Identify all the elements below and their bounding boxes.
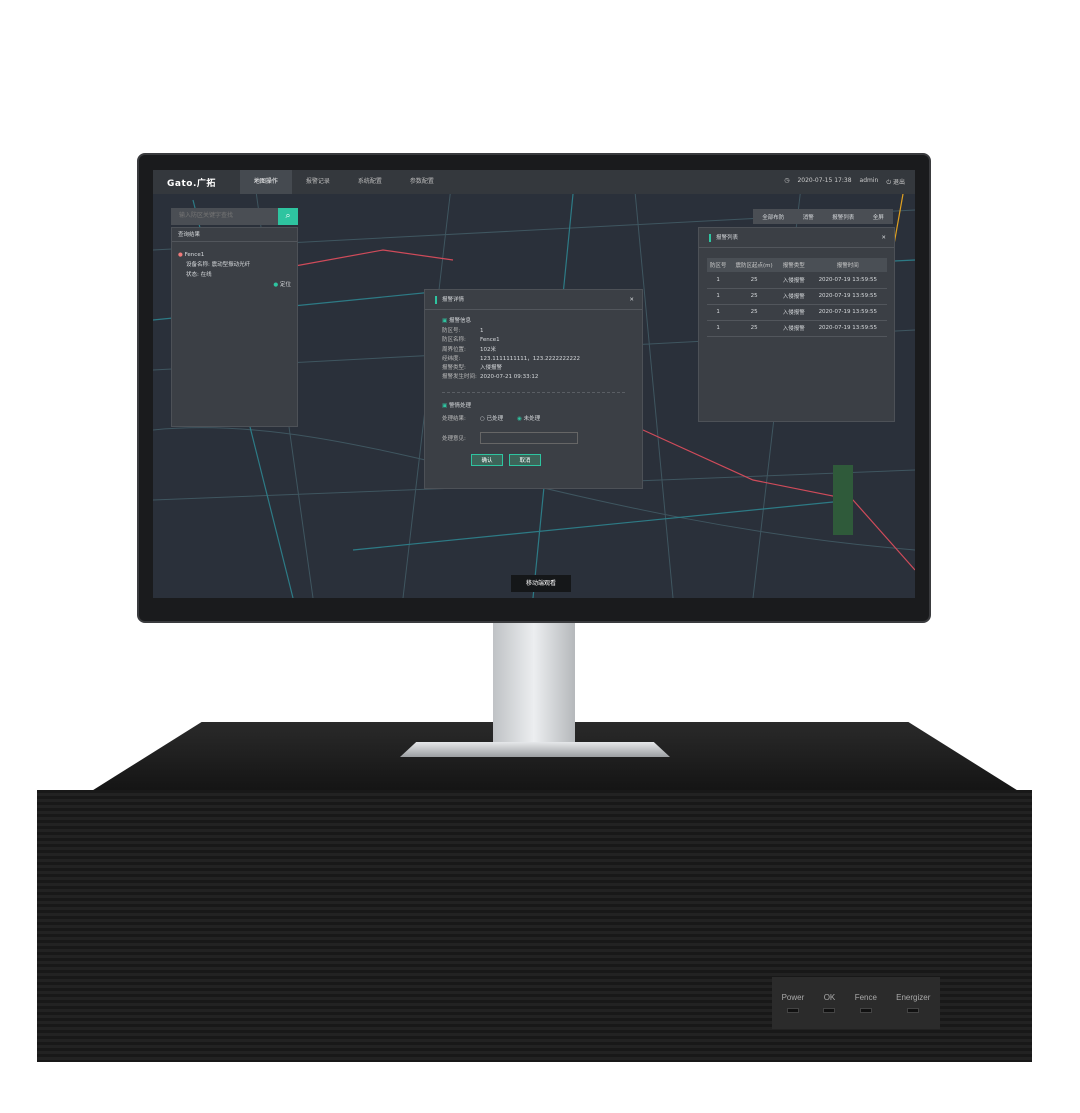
status-value: 在线	[200, 272, 212, 278]
divider	[442, 391, 625, 393]
top-nav-bar: Gato.广拓 地图操作 报警记录 系统配置 参数配置 ◷ 2020-07-15…	[153, 170, 915, 194]
device-value: 震动型振动光纤	[211, 262, 251, 268]
screen: Gato.广拓 地图操作 报警记录 系统配置 参数配置 ◷ 2020-07-15…	[153, 170, 915, 598]
col-header: 防区号	[707, 258, 730, 272]
alarm-table: 防区号 震防区起点(m) 报警类型 报警时间 1 25 入侵报警 2020-07-19 13…	[707, 258, 887, 337]
col-header: 震防区起点(m)	[729, 258, 780, 272]
field-value: 2020-07-21 09:33:12	[480, 374, 539, 381]
field-label: 防区名称:	[442, 337, 466, 344]
field-value: 123.1111111111，123.2222222222	[480, 355, 580, 362]
clock-icon: ◷	[784, 177, 790, 184]
handle-icon: ▣	[442, 402, 448, 409]
info-icon: ▣	[442, 318, 448, 324]
field-label: 周界位置:	[442, 346, 466, 353]
alarm-list-panel: 报警列表 ✕ 防区号 震防区起点(m) 报警类型 报警时间 1 25 入侵报警 2020-07…	[698, 227, 895, 422]
results-title: 查询结果	[172, 228, 297, 242]
fence-name: Fence1	[184, 252, 205, 258]
field-value: 102米	[480, 346, 496, 353]
field-value: 入侵报警	[480, 365, 503, 372]
led-label: Energizer	[896, 993, 931, 1002]
led-fence: Fence	[855, 993, 877, 1013]
results-panel: 查询结果 ● Fence1 设备名称: 震动型振动光纤 状态: 在线 ● 定位	[171, 227, 298, 427]
nav-alarm-records[interactable]: 报警记录	[292, 170, 344, 194]
monitor-stand	[493, 622, 575, 744]
led-label: Fence	[854, 993, 877, 1002]
locate-button[interactable]: ● 定位	[178, 280, 291, 290]
table-row[interactable]: 1 25 入侵报警 2020-07-19 13:59:55	[707, 288, 887, 305]
confirm-button[interactable]: 确认	[471, 454, 503, 467]
col-header: 报警时间	[808, 258, 887, 272]
monitor-base	[400, 742, 670, 757]
led-power: Power	[781, 993, 805, 1013]
user-name[interactable]: admin	[860, 177, 879, 187]
power-icon: ⏻	[886, 179, 893, 186]
opinion-input[interactable]	[480, 432, 578, 445]
device-label: 设备名称:	[186, 262, 210, 268]
locate-icon: ●	[273, 282, 279, 288]
led-ok: OK	[823, 993, 836, 1013]
dialog-title: 报警详情	[442, 297, 465, 303]
table-row[interactable]: 1 25 入侵报警 2020-07-19 13:59:55	[707, 272, 887, 289]
led-energizer: Energizer	[896, 993, 930, 1013]
close-icon[interactable]: ✕	[881, 228, 886, 248]
radio-unhandled[interactable]: ◉ 未处理	[517, 415, 540, 424]
logout-label: 退出	[892, 179, 905, 186]
nav-param-config[interactable]: 参数配置	[396, 170, 448, 194]
field-value: Fence1	[480, 337, 500, 344]
led-label: OK	[823, 993, 836, 1002]
search-button[interactable]: ⌕	[278, 208, 298, 225]
field-value: 1	[480, 328, 484, 334]
nav-map[interactable]: 地图操作	[239, 170, 292, 194]
nav-system-config[interactable]: 系统配置	[344, 170, 396, 194]
radio-handled[interactable]: ○ 已处理	[480, 415, 503, 424]
location-pin-icon: ●	[178, 252, 183, 258]
fullscreen-button[interactable]: 全屏	[873, 213, 884, 221]
arm-all-button[interactable]: 全部布防	[762, 213, 784, 221]
logo: Gato.广拓	[167, 178, 216, 189]
section-title: 报警信息	[448, 318, 471, 324]
field-label: 报警类型:	[442, 365, 466, 372]
clear-alarm-button[interactable]: 消警	[803, 213, 814, 221]
alarm-list-title: 报警列表	[716, 235, 739, 241]
opinion-label: 处理意见:	[442, 436, 466, 443]
close-icon[interactable]: ✕	[629, 290, 634, 310]
logout-button[interactable]: ⏻ 退出	[886, 177, 905, 187]
result-label: 处理结果:	[442, 415, 466, 422]
result-item[interactable]: ● Fence1	[178, 250, 291, 260]
led-label: Power	[781, 993, 805, 1002]
search-icon: ⌕	[285, 211, 291, 221]
col-header: 报警类型	[779, 258, 809, 272]
led-panel: Power OK Fence Energizer	[772, 977, 940, 1029]
alarm-list-button[interactable]: 报警列表	[832, 213, 854, 221]
table-row[interactable]: 1 25 入侵报警 2020-07-19 13:59:55	[707, 320, 887, 337]
section-title: 警情处理	[448, 402, 471, 409]
alarm-detail-dialog: 报警详情 ✕ ▣ 报警信息 防区号: 1 防区名称: Fence1 周界位置: 102米…	[424, 289, 643, 489]
map-toolbar: 全部布防 消警 报警列表 全屏	[753, 209, 893, 224]
status-label: 状态:	[186, 272, 199, 278]
field-label: 经纬度:	[442, 355, 461, 362]
cancel-button[interactable]: 取消	[509, 454, 541, 467]
locate-label: 定位	[279, 282, 291, 288]
datetime: 2020-07-15 17:38	[797, 177, 852, 184]
table-row[interactable]: 1 25 入侵报警 2020-07-19 13:59:55	[707, 304, 887, 321]
mobile-view-button[interactable]: 移动端观看	[511, 575, 571, 592]
field-label: 防区号:	[442, 328, 461, 334]
field-label: 报警发生时间:	[442, 374, 477, 381]
